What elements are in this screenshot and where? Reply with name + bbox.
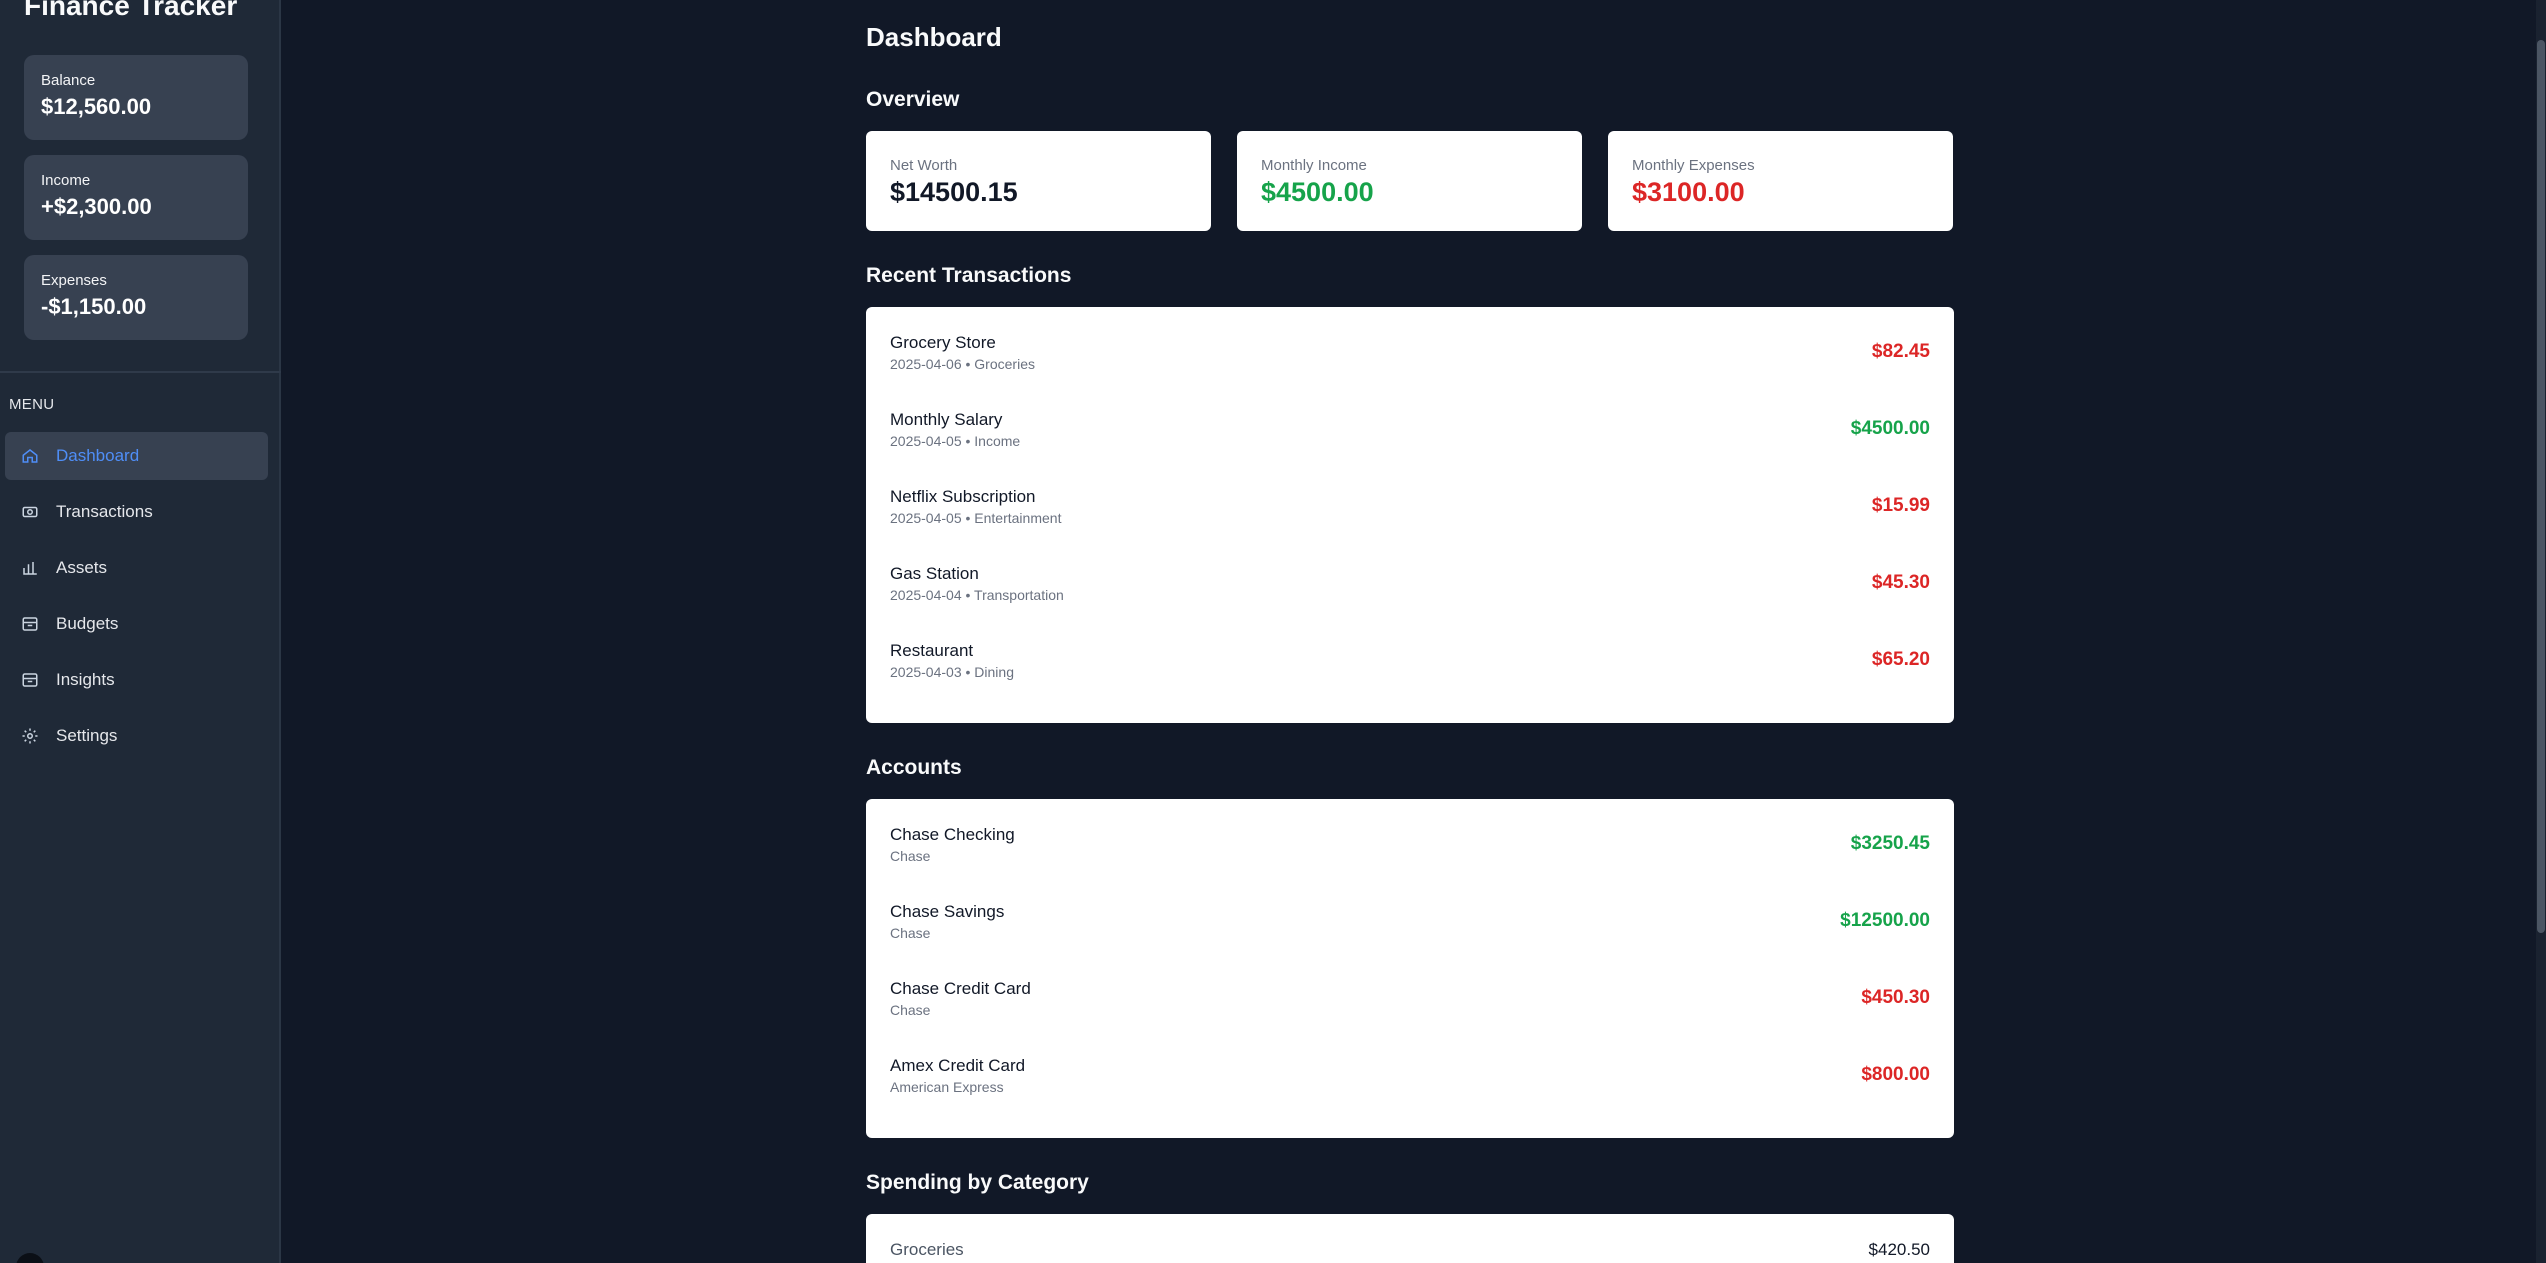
sidebar-item-assets[interactable]: Assets bbox=[5, 544, 268, 592]
transaction-name: Grocery Store bbox=[890, 333, 996, 352]
transaction-row[interactable]: Grocery Store 2025-04-06 • Groceries $82… bbox=[866, 333, 1954, 410]
account-name: Chase Savings bbox=[890, 902, 1005, 921]
transactions-panel: Grocery Store 2025-04-06 • Groceries $82… bbox=[866, 307, 1954, 723]
sidebar-item-label: Budgets bbox=[56, 614, 119, 633]
transaction-name: Gas Station bbox=[890, 564, 979, 583]
archive-icon bbox=[22, 617, 38, 631]
income-value: +$2,300.00 bbox=[41, 194, 152, 219]
account-institution: Chase bbox=[890, 1002, 931, 1018]
archive-icon bbox=[22, 673, 38, 687]
account-name: Chase Credit Card bbox=[890, 979, 1031, 998]
transaction-row[interactable]: Netflix Subscription 2025-04-05 • Entert… bbox=[866, 487, 1954, 564]
spending-title: Spending by Category bbox=[866, 1171, 1089, 1194]
monthly-income-card: Monthly Income $4500.00 bbox=[1237, 131, 1582, 231]
cash-icon bbox=[22, 506, 38, 518]
sidebar-item-transactions[interactable]: Transactions bbox=[5, 488, 268, 536]
account-row[interactable]: Amex Credit Card American Express $800.0… bbox=[866, 1056, 1954, 1133]
account-balance: $450.30 bbox=[1861, 987, 1930, 1008]
transaction-meta: 2025-04-05 • Income bbox=[890, 433, 1021, 449]
account-institution: Chase bbox=[890, 925, 931, 941]
sidebar-item-label: Dashboard bbox=[56, 446, 140, 465]
scrollbar-thumb[interactable] bbox=[2537, 40, 2545, 933]
monthly-income-value: $4500.00 bbox=[1261, 177, 1374, 207]
account-balance: $12500.00 bbox=[1840, 910, 1930, 931]
avatar[interactable] bbox=[16, 1253, 44, 1263]
transaction-amount: $82.45 bbox=[1871, 341, 1930, 362]
sidebar-item-dashboard[interactable]: Dashboard bbox=[5, 432, 268, 480]
income-card: Income +$2,300.00 bbox=[24, 155, 248, 240]
balance-value: $12,560.00 bbox=[41, 94, 152, 119]
sidebar-item-label: Assets bbox=[56, 558, 108, 577]
account-institution: American Express bbox=[890, 1079, 1004, 1095]
account-row[interactable]: Chase Savings Chase $12500.00 bbox=[866, 902, 1954, 979]
transaction-amount: $4500.00 bbox=[1850, 418, 1930, 439]
scrollbar[interactable] bbox=[2536, 0, 2546, 1263]
transaction-name: Restaurant bbox=[890, 641, 974, 660]
transaction-amount: $15.99 bbox=[1871, 495, 1930, 516]
accounts-title: Accounts bbox=[866, 756, 962, 779]
monthly-income-label: Monthly Income bbox=[1261, 157, 1367, 174]
monthly-expenses-card: Monthly Expenses $3100.00 bbox=[1608, 131, 1953, 231]
home-icon bbox=[22, 449, 38, 463]
net-worth-value: $14500.15 bbox=[890, 177, 1018, 207]
account-name: Chase Checking bbox=[890, 825, 1015, 844]
income-label: Income bbox=[41, 172, 91, 189]
accounts-panel: Chase Checking Chase $3250.45 Chase Savi… bbox=[866, 799, 1954, 1138]
transaction-row[interactable]: Restaurant 2025-04-03 • Dining $65.20 bbox=[866, 641, 1954, 718]
transaction-name: Monthly Salary bbox=[890, 410, 1003, 429]
sidebar: Finance Tracker Balance $12,560.00 Incom… bbox=[0, 0, 281, 1263]
sidebar-item-label: Settings bbox=[56, 726, 118, 745]
transaction-row[interactable]: Monthly Salary 2025-04-05 • Income $4500… bbox=[866, 410, 1954, 487]
transaction-row[interactable]: Gas Station 2025-04-04 • Transportation … bbox=[866, 564, 1954, 641]
expenses-label: Expenses bbox=[41, 272, 107, 289]
sidebar-item-label: Insights bbox=[56, 670, 115, 689]
sidebar-divider bbox=[0, 371, 281, 373]
monthly-expenses-label: Monthly Expenses bbox=[1632, 157, 1755, 174]
sidebar-item-label: Transactions bbox=[56, 502, 153, 521]
monthly-expenses-value: $3100.00 bbox=[1632, 177, 1745, 207]
account-balance: $800.00 bbox=[1861, 1064, 1930, 1085]
spending-category-value: $420.50 bbox=[1868, 1240, 1930, 1259]
account-name: Amex Credit Card bbox=[890, 1056, 1026, 1075]
gear-icon bbox=[22, 728, 38, 744]
net-worth-card: Net Worth $14500.15 bbox=[866, 131, 1211, 231]
transactions-title: Recent Transactions bbox=[866, 264, 1072, 287]
balance-card: Balance $12,560.00 bbox=[24, 55, 248, 140]
transaction-meta: 2025-04-04 • Transportation bbox=[890, 587, 1064, 603]
transaction-meta: 2025-04-05 • Entertainment bbox=[890, 510, 1062, 526]
account-balance: $3250.45 bbox=[1850, 833, 1930, 854]
sidebar-item-budgets[interactable]: Budgets bbox=[5, 600, 268, 648]
app-title: Finance Tracker bbox=[24, 0, 238, 21]
transaction-amount: $45.30 bbox=[1871, 572, 1930, 593]
expenses-card: Expenses -$1,150.00 bbox=[24, 255, 248, 340]
page-title: Dashboard bbox=[866, 22, 1002, 52]
transaction-name: Netflix Subscription bbox=[890, 487, 1036, 506]
transaction-meta: 2025-04-03 • Dining bbox=[890, 664, 1014, 680]
account-row[interactable]: Chase Checking Chase $3250.45 bbox=[866, 825, 1954, 902]
expenses-value: -$1,150.00 bbox=[41, 294, 147, 319]
sidebar-item-insights[interactable]: Insights bbox=[5, 656, 268, 704]
overview-title: Overview bbox=[866, 88, 960, 111]
menu-label: MENU bbox=[9, 396, 55, 413]
account-institution: Chase bbox=[890, 848, 931, 864]
spending-category-label: Groceries bbox=[890, 1240, 964, 1259]
transaction-meta: 2025-04-06 • Groceries bbox=[890, 356, 1035, 372]
spending-panel: Groceries $420.50 bbox=[866, 1214, 1954, 1263]
bar-chart-icon bbox=[23, 562, 37, 575]
transaction-amount: $65.20 bbox=[1871, 649, 1930, 670]
sidebar-item-settings[interactable]: Settings bbox=[5, 712, 268, 760]
account-row[interactable]: Chase Credit Card Chase $450.30 bbox=[866, 979, 1954, 1056]
balance-label: Balance bbox=[41, 72, 96, 89]
net-worth-label: Net Worth bbox=[890, 157, 958, 174]
